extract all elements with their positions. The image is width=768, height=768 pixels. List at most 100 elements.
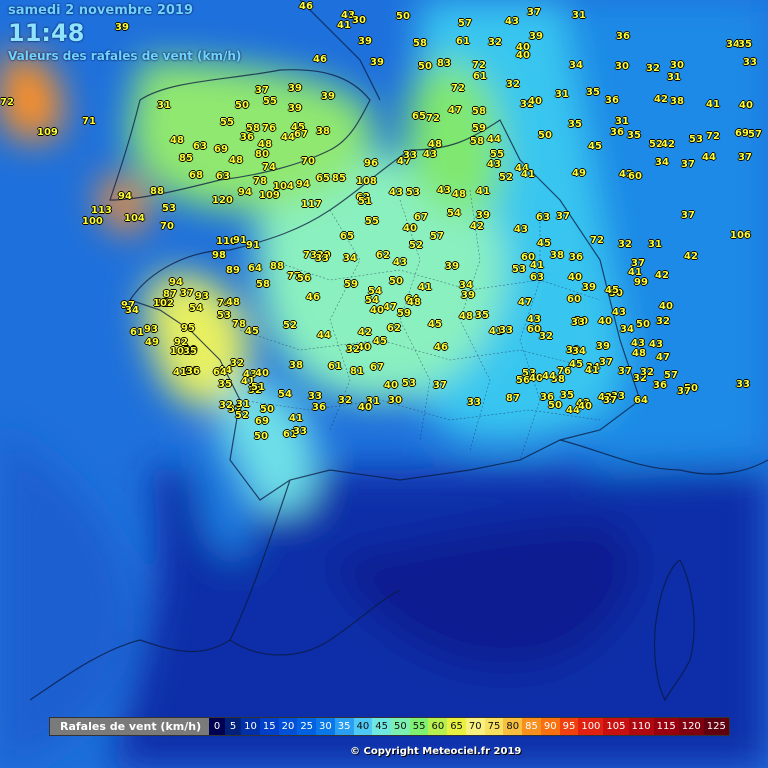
station-gust-value: 33 [315,253,329,264]
station-gust-value: 53 [162,203,176,214]
station-gust-value: 38 [316,126,330,137]
station-gust-value: 98 [212,250,226,261]
station-gust-value: 65 [316,173,330,184]
station-gust-value: 55 [263,96,277,107]
station-gust-value: 69 [214,144,228,155]
station-gust-value: 43 [649,339,663,350]
station-gust-value: 40 [516,50,530,61]
station-gust-value: 36 [605,95,619,106]
station-gust-value: 55 [220,117,234,128]
station-gust-value: 61 [130,327,144,338]
station-gust-value: 62 [376,250,390,261]
station-gust-value: 36 [610,127,624,138]
legend-swatch: 50 [390,718,410,735]
station-gust-value: 43 [437,185,451,196]
legend-swatch: 35 [334,718,354,735]
legend-swatch: 120 [678,718,704,735]
station-gust-value: 40 [659,301,673,312]
station-gust-value: 42 [661,139,675,150]
station-gust-value: 47 [383,302,397,313]
station-gust-value: 39 [529,31,543,42]
station-gust-value: 72 [426,113,440,124]
station-gust-value: 32 [539,331,553,342]
station-gust-value: 39 [115,22,129,33]
station-gust-value: 33 [403,150,417,161]
station-gust-value: 46 [306,292,320,303]
station-gust-value: 120 [212,195,233,206]
station-gust-value: 58 [256,279,270,290]
station-gust-value: 48 [229,155,243,166]
station-gust-value: 30 [615,61,629,72]
station-gust-value: 40 [255,368,269,379]
station-gust-value: 41 [418,282,432,293]
station-gust-value: 85 [179,153,193,164]
station-gust-value: 83 [437,58,451,69]
gust-legend: Rafales de vent (km/h) 0 5 10 15 20 25 30 35 40 4… [49,717,730,736]
station-gust-value: 69 [735,128,749,139]
station-gust-value: 41 [530,260,544,271]
station-gust-value: 72 [472,60,486,71]
station-gust-value: 35 [586,87,600,98]
station-gust-value: 43 [487,159,501,170]
station-gust-value: 42 [655,270,669,281]
station-gust-value: 109 [37,127,58,138]
station-gust-value: 81 [350,366,364,377]
legend-swatch: 75 [484,718,504,735]
legend-title: Rafales de vent (km/h) [60,720,202,733]
station-gust-value: 54 [278,389,292,400]
station-gust-value: 30 [388,395,402,406]
station-gust-value: 93 [144,324,158,335]
station-gust-value: 40 [370,305,384,316]
station-gust-value: 44 [281,132,295,143]
station-gust-value: 72 [451,83,465,94]
station-gust-value: 46 [434,342,448,353]
station-gust-value: 37 [255,85,269,96]
station-gust-value: 36 [569,252,583,263]
station-gust-value: 56 [297,273,311,284]
station-gust-value: 41 [706,99,720,110]
station-gust-value: 34 [655,157,669,168]
station-gust-value: 50 [538,130,552,141]
station-gust-value: 55 [365,216,379,227]
station-gust-value: 50 [396,11,410,22]
station-gust-value: 53 [406,187,420,198]
station-gust-value: 39 [596,341,610,352]
station-gust-value: 99 [634,277,648,288]
station-gust-value: 43 [505,16,519,27]
station-gust-value: 37 [180,288,194,299]
station-gust-value: 54 [189,303,203,314]
station-gust-value: 45 [373,336,387,347]
station-gust-value: 47 [518,297,532,308]
station-gust-value: 85 [332,173,346,184]
station-gust-value: 53 [512,264,526,275]
station-gust-value: 104 [124,213,145,224]
station-gust-value: 57 [748,129,762,140]
station-gust-value: 95 [181,323,195,334]
station-gust-value: 42 [470,221,484,232]
station-gust-value: 51 [251,382,265,393]
station-gust-value: 32 [230,358,244,369]
legend-swatch: 0 [209,718,226,735]
station-gust-value: 63 [536,212,550,223]
station-gust-value: 34 [620,324,634,335]
station-gust-value: 41 [521,169,535,180]
station-gust-value: 91 [246,240,260,251]
station-gust-value: 40 [403,223,417,234]
station-gust-value: 50 [418,61,432,72]
station-gust-value: 63 [530,272,544,283]
station-gust-value: 53 [689,134,703,145]
station-gust-value: 61 [473,71,487,82]
station-gust-value: 38 [289,360,303,371]
station-gust-value: 40 [578,401,592,412]
station-gust-value: 31 [555,89,569,100]
station-gust-value: 37 [599,357,613,368]
station-gust-value: 47 [448,105,462,116]
station-gust-value: 57 [458,18,472,29]
station-gust-value: 67 [414,212,428,223]
station-gust-value: 32 [656,316,670,327]
station-gust-value: 48 [452,189,466,200]
station-gust-value: 48 [226,297,240,308]
station-gust-value: 78 [253,176,267,187]
station-gust-value: 43 [423,149,437,160]
station-gust-value: 88 [270,261,284,272]
